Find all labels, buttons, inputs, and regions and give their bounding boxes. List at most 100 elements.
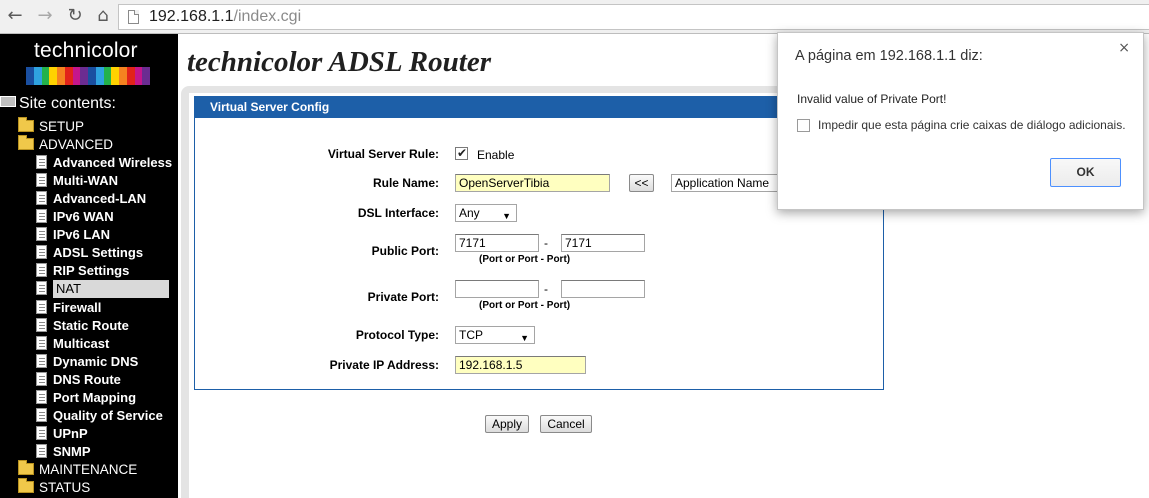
sidebar-item-label: Multi-WAN [53,173,118,188]
sidebar-item-label: Firewall [53,300,102,315]
page-icon [36,444,47,458]
sidebar-item-ipv6-wan[interactable]: IPv6 WAN [36,208,114,226]
application-name-select[interactable]: Application Name [671,174,781,192]
private-port-end-input[interactable] [561,280,645,298]
sidebar-item-snmp[interactable]: SNMP [36,443,91,461]
reload-icon[interactable]: ↻ [64,5,86,27]
back-icon[interactable]: ← [4,5,26,27]
sidebar-item-status[interactable]: STATUS [18,478,91,497]
page-icon [36,372,47,386]
folder-icon [18,135,34,150]
checkmark-icon: ✔ [457,146,468,160]
sidebar-item-label: DNS Route [53,372,121,387]
public-port-start-input[interactable]: 7171 [455,234,539,252]
folder-icon [18,460,34,475]
close-icon[interactable]: × [1118,40,1130,56]
page-icon [36,318,47,332]
sidebar-item-label: RIP Settings [53,263,130,278]
sidebar-item-label: STATUS [39,480,91,495]
page-icon [36,354,47,368]
page-icon [36,390,47,404]
sidebar-item-label: UPnP [53,426,88,441]
sidebar-item-label: ADVANCED [39,137,114,152]
private-ip-input[interactable]: 192.168.1.5 [455,356,586,374]
logo-color-bar [26,67,150,85]
rule-name-input[interactable]: OpenServerTibia [455,174,610,192]
site-contents-heading: Site contents: [0,95,116,113]
logo-color-segment [41,67,50,85]
sidebar-item-setup[interactable]: SETUP [18,117,84,136]
ok-button[interactable]: OK [1050,158,1121,187]
sidebar-item-quality-of-service[interactable]: Quality of Service [36,407,163,425]
logo-color-segment [103,67,112,85]
url-text: 192.168.1.1/index.cgi [149,8,302,25]
enable-checkbox[interactable]: ✔ [455,146,468,160]
sidebar-item-dynamic-dns[interactable]: Dynamic DNS [36,353,138,371]
sidebar-item-label: Multicast [53,336,110,351]
dialog-title: A página em 192.168.1.1 diz: [795,48,983,64]
sidebar-item-rip-settings[interactable]: RIP Settings [36,262,129,280]
sidebar-item-label: Advanced Wireless [53,155,173,170]
sidebar-item-firewall[interactable]: Firewall [36,299,101,317]
logo-text: technicolor [34,39,138,62]
sidebar-item-ipv6-lan[interactable]: IPv6 LAN [36,226,110,244]
chevron-down-icon: ▼ [502,211,511,221]
page-icon [128,10,139,24]
protocol-type-select[interactable]: TCP ▼ [455,326,535,344]
sidebar-item-advanced[interactable]: ADVANCED [18,135,114,154]
logo-color-segment [126,67,135,85]
private-port-dash: - [544,282,548,296]
sidebar-item-label: Dynamic DNS [53,354,139,369]
rule-label: Virtual Server Rule: [327,147,439,161]
sidebar-item-label: SNMP [53,444,91,459]
page-icon [36,336,47,350]
logo-color-segment [57,67,65,85]
sidebar-item-nat[interactable]: NAT [36,280,169,298]
apply-button[interactable]: Apply [485,415,529,433]
cancel-button[interactable]: Cancel [540,415,592,433]
sidebar-item-label: IPv6 WAN [53,209,114,224]
home-icon[interactable]: ⌂ [92,5,114,27]
page-icon [36,155,47,169]
sidebar-item-multi-wan[interactable]: Multi-WAN [36,172,118,190]
logo-color-segment [111,67,119,85]
logo-color-segment [49,67,57,85]
protocol-type-label: Protocol Type: [355,328,439,342]
sidebar-item-label: Advanced-LAN [53,191,147,206]
sidebar-item-multicast[interactable]: Multicast [36,335,109,353]
page-icon [36,173,47,187]
page-icon [36,300,47,314]
logo-color-segment [72,67,81,85]
suppress-dialogs-checkbox[interactable] [797,119,810,132]
page-icon [36,191,47,205]
private-ip-label: Private IP Address: [329,358,439,372]
page-title: technicolor ADSL Router [187,46,491,78]
sidebar-item-advanced-wireless[interactable]: Advanced Wireless [36,154,172,172]
sidebar-item-label: Quality of Service [53,408,163,423]
copy-app-name-button[interactable]: << [629,174,654,192]
page-icon [36,245,47,259]
sidebar-item-adsl-settings[interactable]: ADSL Settings [36,244,143,262]
sidebar-item-advanced-lan[interactable]: Advanced-LAN [36,190,146,208]
dsl-interface-select[interactable]: Any ▼ [455,204,517,222]
sidebar-item-port-mapping[interactable]: Port Mapping [36,389,136,407]
sidebar-item-dns-route[interactable]: DNS Route [36,371,121,389]
logo-color-segment [88,67,96,85]
public-port-dash: - [544,236,548,250]
logo-color-segment [64,67,73,85]
logo-color-segment [95,67,104,85]
forward-icon[interactable]: → [34,5,56,27]
sidebar-item-maintenance[interactable]: MAINTENANCE [18,460,137,479]
sidebar-item-static-route[interactable]: Static Route [36,317,129,335]
sidebar-item-label: Static Route [53,318,129,333]
suppress-dialogs-label: Impedir que esta página crie caixas de d… [818,118,1126,132]
sidebar-item-label: ADSL Settings [53,245,144,260]
public-port-label: Public Port: [371,244,439,258]
sidebar-item-upnp[interactable]: UPnP [36,425,88,443]
sidebar-item-label: NAT [53,280,169,298]
enable-label: Enable [477,148,515,162]
address-bar[interactable]: 192.168.1.1/index.cgi [118,4,1149,30]
dsl-interface-label: DSL Interface: [357,206,439,220]
private-port-start-input[interactable] [455,280,539,298]
public-port-end-input[interactable]: 7171 [561,234,645,252]
